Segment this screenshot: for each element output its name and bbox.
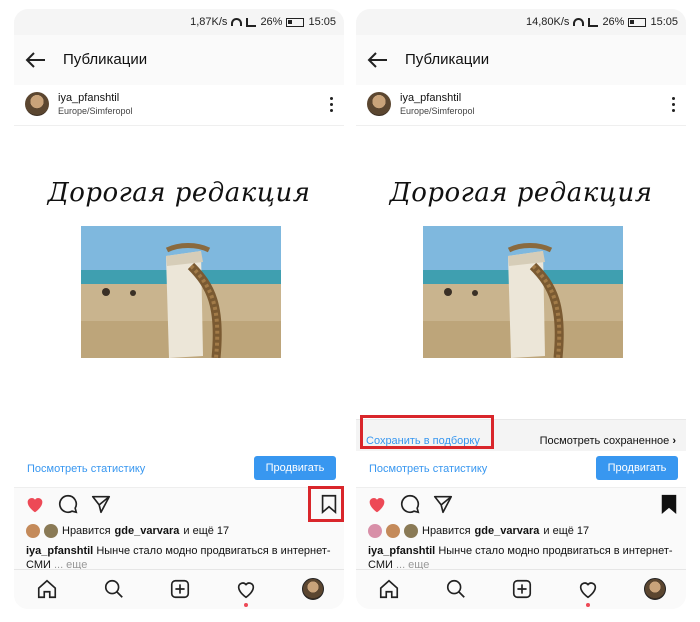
post-location[interactable]: Europe/Simferopol [400,106,475,116]
view-statistics-link[interactable]: Посмотреть статистику [369,463,487,475]
post-image[interactable]: Дорогая редакция [356,126,686,451]
post-actions [356,490,686,520]
status-bar: 1,87K/s 26% 15:05 [14,9,344,35]
page-title: Публикации [405,51,490,68]
liker-avatar [44,524,58,538]
liker-avatar [386,524,400,538]
search-icon[interactable] [103,578,125,600]
activity-icon[interactable] [577,578,599,600]
post-username[interactable]: iya_pfanshtil [400,92,461,104]
likes-user[interactable]: gde_varvara [475,525,540,537]
post-image-title: Дорогая редакция [389,178,653,208]
back-arrow-icon[interactable] [24,48,48,72]
battery-icon [628,17,647,27]
app-bar: Публикации [356,35,686,86]
wifi-icon [573,18,585,26]
battery-level: 26% [602,16,625,28]
likes-line[interactable]: Нравится gde_varvara и ещё 17 [368,524,589,538]
chevron-right-icon: › [672,435,676,447]
battery-icon [286,17,305,27]
likes-user[interactable]: gde_varvara [115,525,180,537]
avatar[interactable] [25,92,49,116]
likes-line[interactable]: Нравится gde_varvara и ещё 17 [26,524,229,538]
app-bar: Публикации [14,35,344,86]
caption-user[interactable]: iya_pfanshtil [26,545,93,557]
liker-avatar [404,524,418,538]
add-icon[interactable] [169,578,191,600]
activity-icon[interactable] [235,578,257,600]
home-icon[interactable] [378,578,400,600]
post-header: iya_pfanshtil Europe/Simferopol [356,85,686,126]
network-speed: 1,87K/s [190,16,228,28]
heart-icon[interactable] [366,493,388,515]
promote-button[interactable]: Продвигать [596,456,678,480]
share-icon[interactable] [90,493,112,515]
profile-avatar[interactable] [644,578,666,600]
liker-avatar [26,524,40,538]
stats-bar: Посмотреть статистику Продвигать [14,451,344,488]
signal-icon [588,17,599,27]
post-username[interactable]: iya_pfanshtil [58,92,119,104]
post-location[interactable]: Europe/Simferopol [58,106,133,116]
save-highlight [360,415,494,449]
view-saved-link[interactable]: Посмотреть сохраненное › [540,435,676,447]
wifi-icon [231,18,243,26]
battery-level: 26% [260,16,283,28]
back-arrow-icon[interactable] [366,48,390,72]
comment-icon[interactable] [399,493,421,515]
bookmark-highlight [308,486,344,522]
right-phone-screen: 14,80K/s 26% 15:05 Публикации iya_pfansh… [356,9,686,609]
caption-user[interactable]: iya_pfanshtil [368,545,435,557]
notification-dot [586,603,590,607]
beach-photo [81,226,281,358]
stats-bar: Посмотреть статистику Продвигать [356,451,686,488]
liker-avatar [368,524,382,538]
post-image[interactable]: Дорогая редакция [14,126,344,451]
status-bar: 14,80K/s 26% 15:05 [356,9,686,35]
likes-suffix: и ещё 17 [183,525,230,537]
more-icon[interactable] [672,97,676,115]
bookmark-icon[interactable] [658,493,680,515]
likes-suffix: и ещё 17 [543,525,590,537]
likes-prefix: Нравится [62,525,111,537]
more-icon[interactable] [330,97,334,115]
network-speed: 14,80K/s [526,16,570,28]
add-icon[interactable] [511,578,533,600]
share-icon[interactable] [432,493,454,515]
heart-icon[interactable] [24,493,46,515]
post-caption: iya_pfanshtil Нынче стало модно продвига… [26,544,336,570]
signal-icon [246,17,257,27]
home-icon[interactable] [36,578,58,600]
bottom-nav [356,569,686,609]
clock: 15:05 [308,16,336,28]
left-phone-screen: 1,87K/s 26% 15:05 Публикации iya_pfansht… [14,9,344,609]
view-saved-label: Посмотреть сохраненное [539,435,670,447]
comment-icon[interactable] [57,493,79,515]
page-title: Публикации [63,51,148,68]
post-caption: iya_pfanshtil Нынче стало модно продвига… [368,544,678,570]
post-actions [14,490,344,520]
avatar[interactable] [367,92,391,116]
bottom-nav [14,569,344,609]
beach-photo [423,226,623,358]
likes-prefix: Нравится [422,525,471,537]
post-header: iya_pfanshtil Europe/Simferopol [14,85,344,126]
view-statistics-link[interactable]: Посмотреть статистику [27,463,145,475]
profile-avatar[interactable] [302,578,324,600]
post-image-title: Дорогая редакция [47,178,311,208]
promote-button[interactable]: Продвигать [254,456,336,480]
clock: 15:05 [650,16,678,28]
search-icon[interactable] [445,578,467,600]
notification-dot [244,603,248,607]
